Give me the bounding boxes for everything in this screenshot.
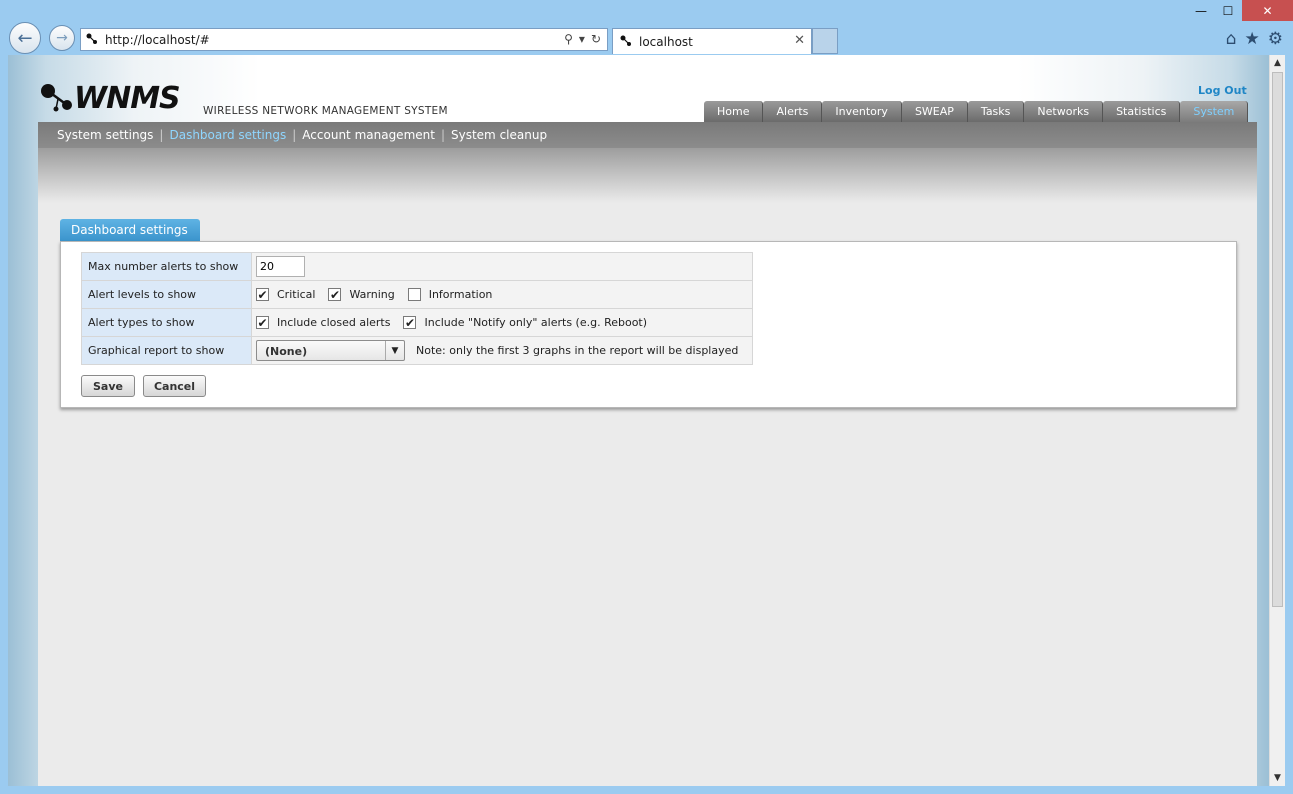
subnav-dashboard-settings[interactable]: Dashboard settings bbox=[169, 128, 286, 142]
logo-text: WNMS bbox=[74, 81, 181, 116]
table-row: Graphical report to show (None) ▼ Note: … bbox=[81, 336, 753, 365]
include-notify-only-checkbox[interactable]: ✔ bbox=[403, 316, 417, 329]
minimize-button[interactable]: — bbox=[1188, 0, 1214, 21]
logout-link[interactable]: Log Out bbox=[1198, 84, 1247, 97]
critical-label: Critical bbox=[277, 288, 316, 301]
tab-system[interactable]: System bbox=[1180, 101, 1249, 123]
new-tab-button[interactable] bbox=[812, 28, 838, 54]
tab-title: localhost bbox=[639, 35, 693, 49]
subnav-account-management[interactable]: Account management bbox=[302, 128, 435, 142]
table-row: Alert levels to show ✔ Critical ✔ Warnin… bbox=[81, 280, 753, 309]
critical-checkbox[interactable]: ✔ bbox=[256, 288, 269, 301]
vertical-scrollbar[interactable]: ▲ ▼ bbox=[1269, 55, 1285, 786]
alert-types-label: Alert types to show bbox=[81, 308, 252, 337]
close-window-button[interactable]: ✕ bbox=[1242, 0, 1293, 21]
sub-navigation: System settings | Dashboard settings | A… bbox=[38, 122, 1257, 148]
max-alerts-input[interactable] bbox=[256, 256, 305, 277]
table-row: Alert types to show ✔ Include closed ale… bbox=[81, 308, 753, 337]
refresh-icon[interactable]: ↻ bbox=[591, 32, 601, 46]
information-checkbox[interactable] bbox=[407, 288, 421, 301]
scroll-up-arrow-icon[interactable]: ▲ bbox=[1270, 55, 1285, 71]
address-text[interactable]: http://localhost/# bbox=[105, 33, 210, 47]
max-alerts-label: Max number alerts to show bbox=[81, 252, 252, 281]
tab-inventory[interactable]: Inventory bbox=[822, 101, 902, 122]
information-label: Information bbox=[428, 288, 493, 301]
tab-networks[interactable]: Networks bbox=[1024, 101, 1104, 122]
dashboard-settings-panel: Max number alerts to show Alert levels t… bbox=[60, 241, 1237, 408]
home-icon[interactable]: ⌂ bbox=[1226, 29, 1237, 49]
search-icon[interactable]: ⚲ bbox=[564, 32, 573, 46]
site-favicon-icon bbox=[86, 33, 97, 44]
subnav-system-settings[interactable]: System settings bbox=[57, 128, 153, 142]
tab-tasks[interactable]: Tasks bbox=[967, 101, 1025, 122]
browser-tab[interactable]: localhost ✕ bbox=[612, 28, 812, 54]
dropdown-arrow-icon[interactable]: ▾ bbox=[579, 32, 585, 46]
close-tab-icon[interactable]: ✕ bbox=[794, 33, 805, 48]
tab-home[interactable]: Home bbox=[704, 101, 764, 122]
include-closed-alerts-checkbox[interactable]: ✔ bbox=[256, 316, 269, 329]
panel-title-tab: Dashboard settings bbox=[60, 219, 200, 241]
warning-label: Warning bbox=[349, 288, 395, 301]
graphs-note: Note: only the first 3 graphs in the rep… bbox=[416, 344, 739, 357]
graphical-report-select[interactable]: (None) ▼ bbox=[256, 340, 405, 361]
forward-arrow-icon[interactable]: → bbox=[49, 25, 75, 51]
include-notify-only-label: Include "Notify only" alerts (e.g. Reboo… bbox=[424, 316, 648, 329]
graphical-report-label: Graphical report to show bbox=[81, 336, 252, 365]
page-viewport: WNMS WIRELESS NETWORK MANAGEMENT SYSTEM … bbox=[8, 55, 1285, 786]
include-closed-alerts-label: Include closed alerts bbox=[277, 316, 391, 329]
back-arrow-icon[interactable]: ← bbox=[9, 22, 41, 54]
app-subtitle: WIRELESS NETWORK MANAGEMENT SYSTEM bbox=[203, 105, 448, 117]
content-area: System settings | Dashboard settings | A… bbox=[38, 122, 1257, 786]
warning-checkbox[interactable]: ✔ bbox=[328, 288, 342, 301]
tab-favicon-icon bbox=[620, 35, 631, 46]
scroll-down-arrow-icon[interactable]: ▼ bbox=[1270, 770, 1285, 786]
maximize-button[interactable]: ☐ bbox=[1215, 0, 1241, 21]
cancel-button[interactable]: Cancel bbox=[143, 375, 206, 397]
table-row: Max number alerts to show bbox=[81, 252, 753, 281]
subnav-system-cleanup[interactable]: System cleanup bbox=[451, 128, 547, 142]
tab-statistics[interactable]: Statistics bbox=[1103, 101, 1181, 122]
alert-levels-label: Alert levels to show bbox=[81, 280, 252, 309]
settings-gear-icon[interactable]: ⚙ bbox=[1268, 29, 1283, 49]
favorites-star-icon[interactable]: ★ bbox=[1245, 29, 1260, 49]
logo-nodes-icon bbox=[41, 84, 72, 112]
save-button[interactable]: Save bbox=[81, 375, 135, 397]
scroll-thumb[interactable] bbox=[1272, 72, 1283, 607]
main-nav-tabs: Home Alerts Inventory SWEAP Tasks Networ… bbox=[704, 101, 1249, 123]
tab-sweap[interactable]: SWEAP bbox=[901, 101, 968, 122]
settings-table: Max number alerts to show Alert levels t… bbox=[81, 252, 753, 365]
chevron-down-icon[interactable]: ▼ bbox=[385, 341, 404, 360]
tab-alerts[interactable]: Alerts bbox=[763, 101, 823, 122]
address-bar[interactable]: http://localhost/# ⚲ ▾ ↻ bbox=[80, 28, 608, 51]
